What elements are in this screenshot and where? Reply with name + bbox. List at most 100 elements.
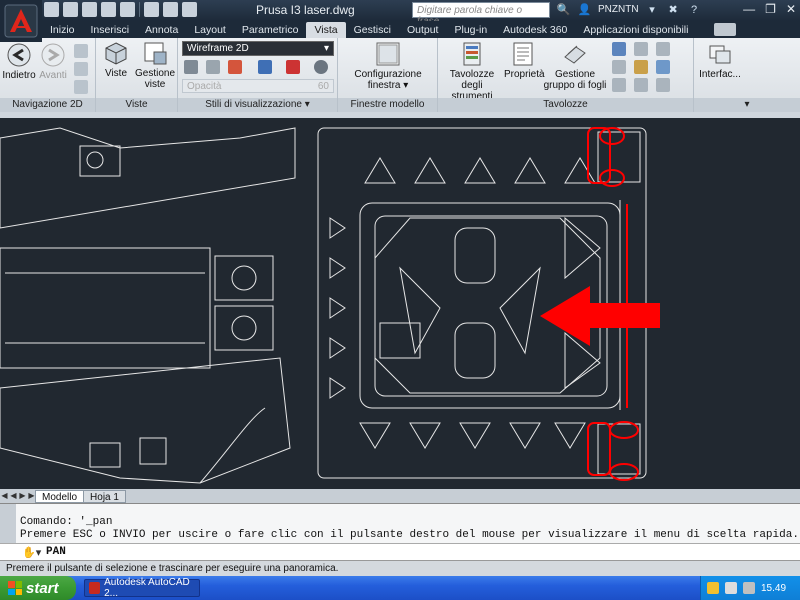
bracket-top (79, 145, 121, 177)
workspace-icon[interactable] (182, 2, 197, 17)
save-as-icon[interactable] (101, 2, 116, 17)
viewport-config-button[interactable]: Configurazione finestra ▾ (344, 41, 432, 91)
visual-style-globe-icon[interactable] (184, 60, 198, 74)
application-menu-button[interactable] (0, 0, 42, 42)
opacity-slider[interactable]: Opacità 60 (182, 79, 334, 93)
user-icon[interactable]: 👤 (577, 2, 592, 17)
tab-annota[interactable]: Annota (137, 22, 186, 38)
small-bracket-2 (139, 437, 167, 465)
palette-icon-8[interactable] (656, 60, 670, 74)
cutout-right (499, 266, 541, 355)
sheet-set-icon (564, 45, 586, 64)
tab-inizio[interactable]: Inizio (42, 22, 83, 38)
tab-vista[interactable]: Vista (306, 22, 346, 38)
forward-button[interactable]: Avanti (36, 42, 70, 81)
palette-icon-7[interactable] (656, 42, 670, 56)
palette-icon-1[interactable] (612, 42, 626, 56)
tab-applicazioni[interactable]: Applicazioni disponibili (575, 22, 696, 38)
face-color-icon[interactable] (228, 60, 242, 74)
start-button[interactable]: start (0, 576, 76, 600)
zoom-icon[interactable] (74, 62, 88, 76)
palette-icon-4[interactable] (634, 42, 648, 56)
lighting-icon[interactable] (258, 60, 272, 74)
tab-modello[interactable]: Modello (35, 489, 85, 503)
manage-views-label: Gestione viste (134, 68, 176, 90)
user-name[interactable]: PNZNTN (598, 4, 639, 15)
windows-flag-icon (8, 581, 22, 595)
views-button[interactable]: Viste (100, 40, 132, 79)
save-icon[interactable] (82, 2, 97, 17)
print-icon[interactable] (120, 2, 135, 17)
first-tab-icon[interactable]: ◀ (0, 491, 9, 501)
interface-expand[interactable]: ▾ (694, 98, 800, 112)
manage-views-icon (144, 42, 167, 65)
command-input[interactable]: ✋▾ PAN (0, 543, 800, 560)
clock[interactable]: 15.49 (761, 583, 786, 594)
tab-layout[interactable]: Layout (186, 22, 234, 38)
panel-viste: Viste Gestione viste Viste (96, 38, 178, 112)
search-icon[interactable]: 🔍 (556, 2, 571, 17)
slot-bottom (454, 322, 496, 379)
undo-icon[interactable] (144, 2, 159, 17)
palette-icon-6[interactable] (634, 78, 648, 92)
next-tab-icon[interactable]: ▶ (18, 491, 27, 501)
volume-icon[interactable] (743, 582, 755, 594)
tab-output[interactable]: Output (399, 22, 447, 38)
prev-tab-icon[interactable]: ◀ (9, 491, 18, 501)
network-icon[interactable] (725, 582, 737, 594)
belt-holder (379, 322, 421, 359)
taskbar-autocad-button[interactable]: Autodesk AutoCAD 2... (84, 577, 200, 599)
plate-edges (5, 272, 205, 344)
tab-parametrico[interactable]: Parametrico (234, 22, 307, 38)
views-label: Viste (104, 68, 128, 79)
help-icon[interactable]: ? (687, 2, 702, 17)
shadow-icon[interactable] (286, 60, 300, 74)
vent-triangles-top (364, 157, 596, 184)
palette-icon-2[interactable] (612, 60, 626, 74)
tab-gestisci[interactable]: Gestisci (346, 22, 399, 38)
switch-windows-icon (709, 45, 731, 64)
palette-icon-9[interactable] (656, 78, 670, 92)
minimize-icon[interactable]: — (743, 2, 755, 16)
tab-autodesk-360[interactable]: Autodesk 360 (495, 22, 575, 38)
security-shield-icon[interactable] (707, 582, 719, 594)
material-icon[interactable] (314, 60, 328, 74)
exchange-icon[interactable]: ✖ (666, 2, 681, 17)
tool-palettes-button[interactable]: Tavolozze degli strumenti (440, 41, 504, 102)
command-history-2: Premere ESC o INVIO per uscire o fare cl… (20, 529, 799, 541)
properties-button[interactable]: Proprietà (504, 41, 545, 80)
sheet-set-manager-button[interactable]: Gestione gruppo di fogli (542, 41, 608, 91)
chevron-down-icon: ▾ (323, 43, 329, 54)
orbit-icon[interactable] (74, 80, 88, 94)
drawing-canvas[interactable] (0, 118, 800, 489)
visual-style-dropdown[interactable]: Wireframe 2D ▾ (182, 41, 334, 56)
tab-inserisci[interactable]: Inserisci (83, 22, 138, 38)
panel-title-finestre: Finestre modello (338, 98, 437, 112)
tab-plug-in[interactable]: Plug-in (446, 22, 495, 38)
redo-icon[interactable] (163, 2, 178, 17)
maximize-icon[interactable]: ❐ (765, 2, 776, 16)
cube-views-icon (105, 42, 127, 65)
panel-finestre-modello: Configurazione finestra ▾ Finestre model… (338, 38, 438, 112)
title-bar-tools: 🔍 👤 PNZNTN ▾ ✖ ? (556, 2, 702, 17)
manage-views-button[interactable]: Gestione viste (134, 40, 176, 90)
panel-title-navigazione: Navigazione 2D (0, 98, 95, 112)
command-current: PAN (46, 546, 66, 558)
ribbon-minimize-icon[interactable] (714, 23, 737, 36)
back-button[interactable]: Indietro (2, 42, 36, 81)
palette-icon-5[interactable] (634, 60, 648, 74)
pan-hand-icon[interactable] (74, 44, 88, 58)
palette-icon-3[interactable] (612, 78, 626, 92)
pan-hand-icon: ✋▾ (22, 547, 42, 559)
vent-triangles-left (329, 217, 346, 399)
panel-title-stili[interactable]: Stili di visualizzazione ▾ (178, 98, 337, 112)
interface-button[interactable]: Interfac... (698, 41, 742, 80)
new-file-icon[interactable] (44, 2, 59, 17)
close-icon[interactable]: ✕ (786, 2, 796, 16)
open-file-icon[interactable] (63, 2, 78, 17)
search-input[interactable]: Digitare parola chiave o frase (412, 2, 550, 27)
edge-style-icon[interactable] (206, 60, 220, 74)
chevron-down-icon[interactable]: ▾ (645, 2, 660, 17)
tab-hoja-1[interactable]: Hoja 1 (83, 489, 126, 503)
window-controls: — ❐ ✕ (743, 2, 796, 16)
